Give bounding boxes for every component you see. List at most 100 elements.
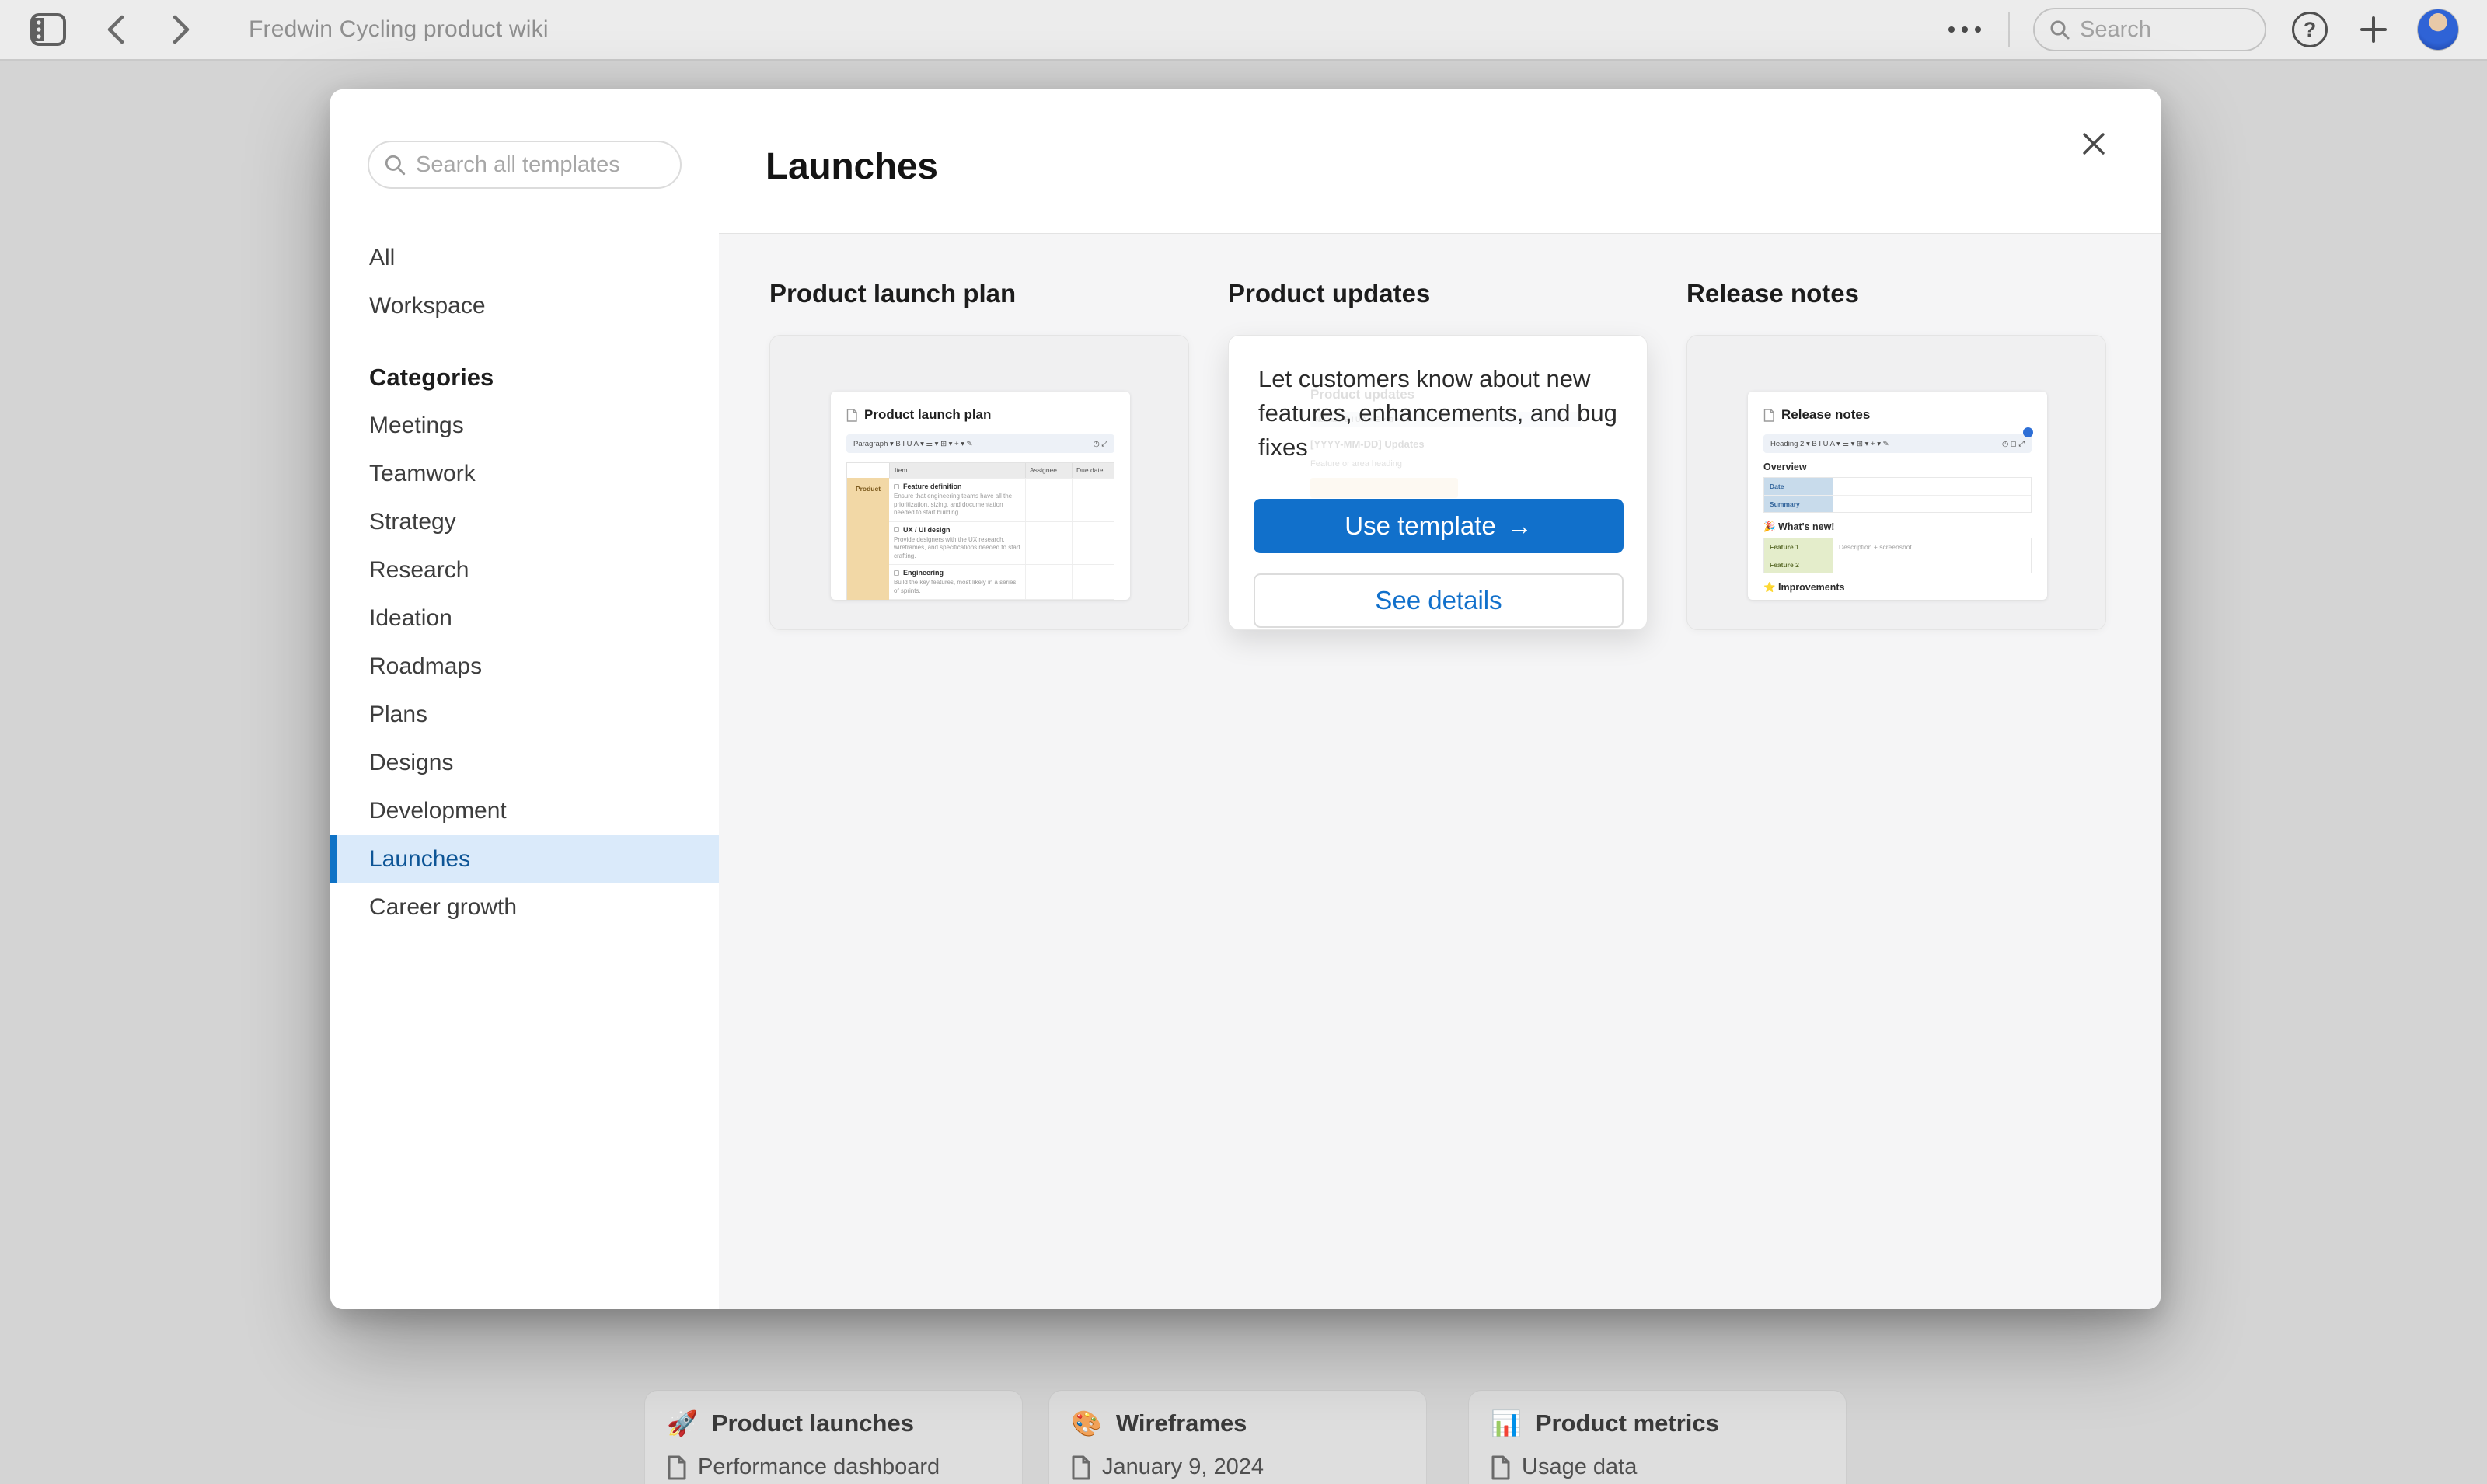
template-title-product-updates: Product updates bbox=[1228, 279, 1648, 308]
ellipsis-icon bbox=[1942, 26, 1987, 33]
thumb-features-table: Feature 1 Description + screenshot Featu… bbox=[1763, 538, 2032, 573]
topbar-divider bbox=[2008, 12, 2010, 47]
checkbox-icon bbox=[894, 570, 899, 576]
sidebar-category-strategy[interactable]: Strategy bbox=[330, 498, 719, 546]
template-card-release-notes[interactable]: Release notes Heading 2 ▾ B I U A ▾ ☰ ▾ … bbox=[1686, 335, 2106, 630]
close-icon bbox=[2079, 129, 2109, 159]
sidebar-category-plans[interactable]: Plans bbox=[330, 691, 719, 739]
modal-title: Launches bbox=[766, 145, 938, 188]
sidebar-category-meetings[interactable]: Meetings bbox=[330, 402, 719, 450]
see-details-label: See details bbox=[1375, 586, 1502, 615]
template-search-input[interactable] bbox=[416, 152, 649, 178]
use-template-label: Use template bbox=[1345, 511, 1495, 541]
sidebar-category-development[interactable]: Development bbox=[330, 787, 719, 835]
sidebar-category-research[interactable]: Research bbox=[330, 546, 719, 594]
template-card-product-updates[interactable]: Product updates Normal ▾ B I U A ▾ ☰ ▾ ⊞… bbox=[1228, 335, 1648, 630]
thumb-overview-table: Date Summary bbox=[1763, 477, 2032, 513]
thumb-toolbar: Paragraph ▾ B I U A ▾ ☰ ▾ ⊞ ▾ + ▾ ✎ ◷ ⤢ bbox=[846, 434, 1114, 453]
checkbox-icon bbox=[894, 527, 899, 532]
sidebar-category-ideation[interactable]: Ideation bbox=[330, 594, 719, 643]
template-search[interactable] bbox=[368, 141, 682, 189]
document-icon bbox=[1491, 1455, 1511, 1480]
thumb-improvements-heading: ⭐ Improvements bbox=[1763, 582, 2032, 594]
bg-card-item: Usage data bbox=[1522, 1454, 1637, 1480]
sidebar-item-workspace[interactable]: Workspace bbox=[330, 282, 719, 330]
bg-card-wireframes[interactable]: 🎨 Wireframes January 9, 2024 bbox=[1049, 1391, 1426, 1484]
thumb-toolbar-left: Heading 2 ▾ B I U A ▾ ☰ ▾ ⊞ ▾ + ▾ ✎ bbox=[1770, 440, 1889, 448]
new-doc-button[interactable] bbox=[2353, 9, 2394, 50]
template-card-product-launch-plan[interactable]: Product launch plan Paragraph ▾ B I U A … bbox=[769, 335, 1189, 630]
thumb-table-row: Engineering Build the key features, most… bbox=[889, 564, 1114, 599]
chevron-left-icon bbox=[103, 14, 127, 45]
sidebar-category-designs[interactable]: Designs bbox=[330, 739, 719, 787]
templates-sidebar: All Workspace Categories Meetings Teamwo… bbox=[330, 89, 719, 1309]
document-icon bbox=[667, 1455, 687, 1480]
plus-icon bbox=[2358, 14, 2389, 45]
checkbox-icon bbox=[894, 484, 899, 489]
page-title: Fredwin Cycling product wiki bbox=[249, 16, 549, 43]
topbar-search-input[interactable] bbox=[2080, 17, 2235, 43]
help-icon: ? bbox=[2292, 12, 2328, 47]
thumb-table-row: QA and Operations Test and deploy the ne… bbox=[889, 599, 1114, 600]
sidebar-category-launches[interactable]: Launches bbox=[330, 835, 719, 883]
template-title-product-launch-plan: Product launch plan bbox=[769, 279, 1189, 308]
thumb-whats-new-heading: 🎉 What's new! bbox=[1763, 521, 2032, 533]
template-description: Let customers know about new features, e… bbox=[1258, 362, 1620, 465]
topbar: Fredwin Cycling product wiki ? bbox=[0, 0, 2487, 61]
templates-modal: All Workspace Categories Meetings Teamwo… bbox=[330, 89, 2161, 1309]
thumb-toolbar-right: ◷ ⤢ bbox=[1093, 440, 1107, 448]
arrow-right-icon: → bbox=[1507, 511, 1533, 541]
document-icon bbox=[846, 409, 857, 422]
more-menu-button[interactable] bbox=[1945, 9, 1985, 50]
rocket-icon: 🚀 bbox=[667, 1411, 698, 1436]
back-button[interactable] bbox=[95, 9, 135, 50]
thumb-doc-title: Product launch plan bbox=[864, 407, 991, 423]
thumb-table-row: Feature definition Ensure that engineeri… bbox=[889, 478, 1114, 521]
help-button[interactable]: ? bbox=[2290, 9, 2330, 50]
thumb-table: Item Assignee Due date Product Feature d… bbox=[846, 462, 1114, 600]
sidebar-panel-icon bbox=[30, 13, 66, 46]
presence-icon bbox=[2023, 427, 2033, 437]
template-thumbnail: Product launch plan Paragraph ▾ B I U A … bbox=[831, 392, 1130, 600]
bg-card-title: Product metrics bbox=[1536, 1409, 1719, 1437]
thumb-doc-title: Release notes bbox=[1781, 407, 1870, 423]
use-template-button[interactable]: Use template → bbox=[1254, 499, 1624, 553]
categories-header: Categories bbox=[330, 354, 719, 402]
bg-card-item: January 9, 2024 bbox=[1102, 1454, 1264, 1480]
search-icon bbox=[2049, 19, 2070, 40]
thumb-col-item: Item bbox=[889, 463, 1025, 478]
avatar[interactable] bbox=[2417, 9, 2459, 51]
see-details-button[interactable]: See details bbox=[1254, 573, 1624, 628]
sidebar-toggle-button[interactable] bbox=[28, 9, 68, 50]
bar-chart-icon: 📊 bbox=[1491, 1411, 1522, 1436]
search-icon bbox=[383, 153, 406, 176]
thumb-toolbar-left: Paragraph ▾ B I U A ▾ ☰ ▾ ⊞ ▾ + ▾ ✎ bbox=[853, 440, 973, 448]
sidebar-item-all[interactable]: All bbox=[330, 234, 719, 282]
sidebar-category-teamwork[interactable]: Teamwork bbox=[330, 450, 719, 498]
modal-content: Product launch plan Product updates Rele… bbox=[719, 233, 2161, 1309]
sidebar-category-roadmaps[interactable]: Roadmaps bbox=[330, 643, 719, 691]
close-button[interactable] bbox=[2075, 125, 2112, 162]
palette-icon: 🎨 bbox=[1071, 1411, 1102, 1436]
thumb-toolbar-right: ◷ ◻ ⤢ bbox=[2002, 440, 2025, 448]
modal-header: Launches bbox=[719, 89, 2161, 233]
bg-card-title: Product launches bbox=[712, 1409, 914, 1437]
thumb-overview-heading: Overview bbox=[1763, 462, 2032, 472]
document-icon bbox=[1071, 1455, 1091, 1480]
bg-card-title: Wireframes bbox=[1116, 1409, 1247, 1437]
bg-card-item: Performance dashboard bbox=[698, 1454, 940, 1480]
template-title-release-notes: Release notes bbox=[1686, 279, 2106, 308]
thumb-col-due: Due date bbox=[1072, 463, 1114, 478]
template-thumbnail: Release notes Heading 2 ▾ B I U A ▾ ☰ ▾ … bbox=[1748, 392, 2047, 600]
thumb-row-group: Product bbox=[847, 478, 889, 600]
chevron-right-icon bbox=[170, 14, 194, 45]
forward-button[interactable] bbox=[162, 9, 202, 50]
thumb-col-assignee: Assignee bbox=[1025, 463, 1072, 478]
thumb-toolbar: Heading 2 ▾ B I U A ▾ ☰ ▾ ⊞ ▾ + ▾ ✎ ◷ ◻ … bbox=[1763, 434, 2032, 453]
topbar-search[interactable] bbox=[2033, 8, 2266, 51]
thumb-table-row: UX / UI design Provide designers with th… bbox=[889, 521, 1114, 565]
bg-card-product-metrics[interactable]: 📊 Product metrics Usage data bbox=[1469, 1391, 1846, 1484]
sidebar-category-career-growth[interactable]: Career growth bbox=[330, 883, 719, 932]
bg-card-product-launches[interactable]: 🚀 Product launches Performance dashboard bbox=[645, 1391, 1022, 1484]
document-icon bbox=[1763, 409, 1774, 422]
